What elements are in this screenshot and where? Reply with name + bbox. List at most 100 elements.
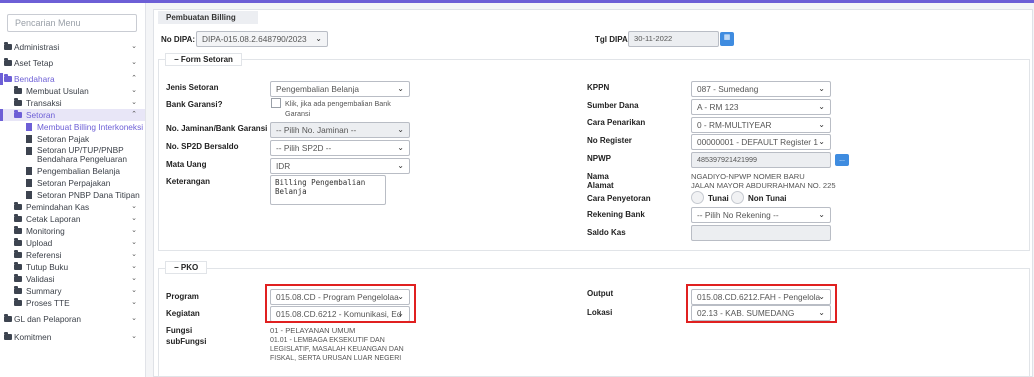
- folder-icon: [4, 332, 12, 340]
- no-jaminan-label: No. Jaminan/Bank Garansi: [166, 124, 268, 133]
- mata-uang-label: Mata Uang: [166, 160, 207, 169]
- sidebar-item-cetak-laporan[interactable]: Cetak Laporan ⌄: [0, 213, 145, 225]
- highlight-box: [686, 284, 837, 323]
- keterangan-textarea[interactable]: Billing Pengembalian Belanja: [270, 175, 386, 205]
- folder-icon: [4, 58, 12, 66]
- sidebar-item-transaksi[interactable]: Transaksi ⌄: [0, 97, 145, 109]
- chevron-down-icon: ⌄: [397, 84, 404, 93]
- sidebar-item-validasi[interactable]: Validasi ⌄: [0, 273, 145, 285]
- sidebar-item-referensi[interactable]: Referensi ⌄: [0, 249, 145, 261]
- chevron-down-icon: ⌄: [131, 215, 137, 222]
- rekening-bank-label: Rekening Bank: [587, 210, 645, 219]
- sidebar-item-komitmen[interactable]: Komitmen ⌄: [0, 331, 145, 343]
- mata-uang-select[interactable]: IDR ⌄: [270, 158, 410, 174]
- chevron-down-icon: ⌄: [818, 210, 825, 219]
- keterangan-label: Keterangan: [166, 177, 211, 186]
- sidebar-item-setoran-pnbp[interactable]: Setoran PNBP Dana Titipan: [0, 189, 145, 201]
- sidebar: Pencarian Menu Administrasi ⌄ Aset Tetap ⌄…: [0, 3, 146, 377]
- folder-icon: [14, 262, 22, 270]
- sidebar-item-membuat-billing[interactable]: Membuat Billing Interkoneksi: [0, 121, 145, 133]
- bank-garansi-label: Bank Garansi?: [166, 100, 223, 109]
- folder-icon: [14, 286, 22, 294]
- chevron-down-icon: ⌄: [818, 102, 825, 111]
- folder-icon: [14, 110, 22, 118]
- non-tunai-label: Non Tunai: [748, 194, 787, 203]
- folder-icon: [14, 214, 22, 222]
- folder-icon: [14, 274, 22, 282]
- rekening-bank-select[interactable]: -- Pilih No Rekening -- ⌄: [691, 207, 831, 223]
- sumber-dana-select[interactable]: A - RM 123 ⌄: [691, 99, 831, 115]
- npwp-input[interactable]: 485397921421999: [691, 152, 831, 168]
- chevron-up-icon: ⌃: [131, 75, 137, 82]
- chevron-down-icon: ⌄: [315, 34, 322, 43]
- no-register-select[interactable]: 00000001 - DEFAULT Register 1 ⌄: [691, 134, 831, 150]
- document-icon: [26, 191, 32, 199]
- bank-garansi-hint: Klik, jika ada pengembalian Bank Garansi: [285, 99, 391, 118]
- chevron-down-icon: ⌄: [818, 137, 825, 146]
- tunai-label: Tunai: [708, 194, 729, 203]
- document-icon: [26, 147, 32, 155]
- sidebar-item-bendahara[interactable]: Bendahara ⌃: [0, 73, 145, 85]
- chevron-down-icon: ⌄: [818, 120, 825, 129]
- chevron-down-icon: ⌄: [131, 275, 137, 282]
- chevron-down-icon: ⌄: [131, 299, 137, 306]
- npwp-search-button[interactable]: ...: [835, 154, 849, 166]
- chevron-down-icon: ⌄: [131, 87, 137, 94]
- chevron-down-icon: ⌄: [131, 251, 137, 258]
- no-jaminan-select[interactable]: -- Pilih No. Jaminan -- ⌄: [270, 122, 410, 138]
- no-dipa-select[interactable]: DIPA-015.08.2.648790/2023 ⌄: [196, 31, 328, 47]
- sumber-dana-label: Sumber Dana: [587, 101, 639, 110]
- tgl-dipa-input[interactable]: 30-11-2022: [628, 31, 719, 47]
- sidebar-item-proses-tte[interactable]: Proses TTE ⌄: [0, 297, 145, 309]
- folder-icon: [4, 74, 12, 82]
- chevron-down-icon: ⌄: [131, 227, 137, 234]
- sidebar-item-setoran[interactable]: Setoran ⌃: [0, 109, 145, 121]
- chevron-up-icon: ⌃: [131, 111, 137, 118]
- chevron-down-icon: ⌄: [131, 203, 137, 210]
- chevron-down-icon: ⌄: [131, 99, 137, 106]
- sidebar-item-gl-pelaporan[interactable]: GL dan Pelaporan ⌄: [0, 313, 145, 325]
- program-label: Program: [166, 292, 199, 301]
- sidebar-item-tutup-buku[interactable]: Tutup Buku ⌄: [0, 261, 145, 273]
- chevron-down-icon: ⌄: [397, 125, 404, 134]
- sidebar-item-upload[interactable]: Upload ⌄: [0, 237, 145, 249]
- chevron-down-icon: ⌄: [131, 263, 137, 270]
- non-tunai-radio[interactable]: [731, 191, 744, 204]
- kppn-select[interactable]: 087 - Sumedang ⌄: [691, 81, 831, 97]
- alamat-value: JALAN MAYOR ABDURRAHMAN NO. 225: [691, 181, 836, 190]
- fungsi-label: Fungsi: [166, 326, 193, 335]
- saldo-kas-label: Saldo Kas: [587, 228, 626, 237]
- saldo-kas-input[interactable]: [691, 225, 831, 241]
- sidebar-item-administrasi[interactable]: Administrasi ⌄: [0, 41, 145, 53]
- sidebar-item-membuat-usulan[interactable]: Membuat Usulan ⌄: [0, 85, 145, 97]
- npwp-label: NPWP: [587, 154, 611, 163]
- no-sp2d-select[interactable]: -- Pilih SP2D -- ⌄: [270, 140, 410, 156]
- chevron-down-icon: ⌄: [818, 84, 825, 93]
- tunai-radio[interactable]: [691, 191, 704, 204]
- folder-icon: [14, 250, 22, 258]
- sidebar-item-pengembalian-belanja[interactable]: Pengembalian Belanja: [0, 165, 145, 177]
- sidebar-item-setoran-up[interactable]: Setoran UP/TUP/PNBP Bendahara Pengeluara…: [0, 145, 145, 165]
- document-icon: [26, 179, 32, 187]
- document-icon: [26, 135, 32, 143]
- alamat-label: Alamat: [587, 181, 614, 190]
- calendar-button[interactable]: ▦: [720, 32, 734, 46]
- subfungsi-label: subFungsi: [166, 337, 207, 346]
- sidebar-item-summary[interactable]: Summary ⌄: [0, 285, 145, 297]
- chevron-down-icon: ⌄: [131, 59, 137, 66]
- sidebar-item-monitoring[interactable]: Monitoring ⌄: [0, 225, 145, 237]
- sidebar-item-aset-tetap[interactable]: Aset Tetap ⌄: [0, 57, 145, 69]
- sidebar-item-setoran-pajak[interactable]: Setoran Pajak: [0, 133, 145, 145]
- chevron-down-icon: ⌄: [131, 287, 137, 294]
- sidebar-item-setoran-perpajakan[interactable]: Setoran Perpajakan: [0, 177, 145, 189]
- calendar-icon: ▦: [723, 34, 731, 41]
- document-icon: [26, 123, 32, 131]
- search-input[interactable]: Pencarian Menu: [7, 14, 137, 32]
- sidebar-item-pemindahan-kas[interactable]: Pemindahan Kas ⌄: [0, 201, 145, 213]
- jenis-setoran-label: Jenis Setoran: [166, 83, 219, 92]
- jenis-setoran-select[interactable]: Pengembalian Belanja ⌄: [270, 81, 410, 97]
- sidebar-menu: Administrasi ⌄ Aset Tetap ⌄ Bendahara ⌃ Mem…: [0, 39, 145, 343]
- cara-penarikan-select[interactable]: 0 - RM-MULTIYEAR ⌄: [691, 117, 831, 133]
- subfungsi-value: 01.01 - LEMBAGA EKSEKUTIF DAN LEGISLATIF…: [270, 337, 404, 362]
- bank-garansi-checkbox[interactable]: [271, 98, 281, 108]
